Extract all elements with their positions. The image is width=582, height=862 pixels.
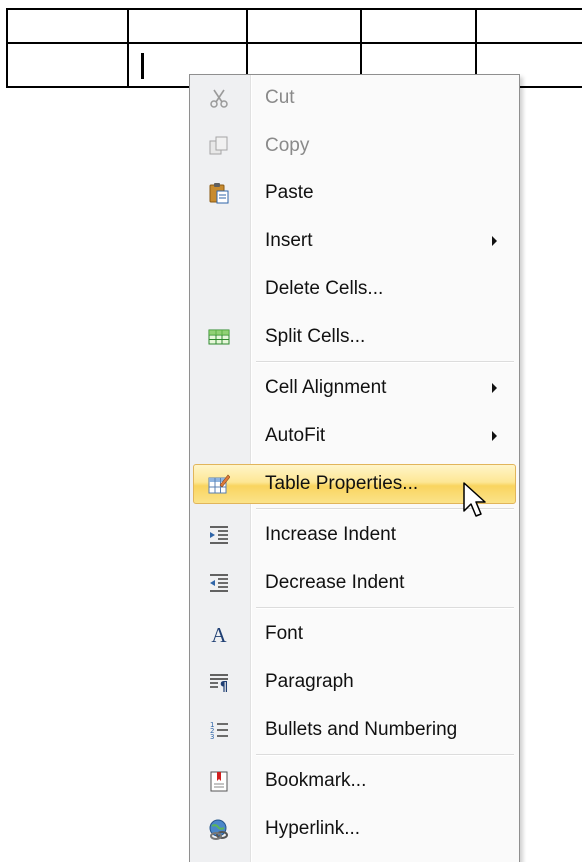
document-page: Cut Copy Paste Insert Delete Cells... Sp… <box>0 0 582 862</box>
menu-item-bullets-numbering[interactable]: 1 2 3 Bullets and Numbering <box>190 710 519 750</box>
menu-item-hyperlink[interactable]: Hyperlink... <box>190 809 519 849</box>
submenu-arrow-icon <box>492 236 497 246</box>
menu-item-label: Decrease Indent <box>265 572 405 593</box>
split-cells-icon <box>208 329 230 345</box>
menu-item-cut[interactable]: Cut <box>190 78 519 118</box>
font-icon: A <box>211 623 227 645</box>
submenu-arrow-icon <box>492 431 497 441</box>
table-border <box>6 8 582 10</box>
menu-item-label: Table Properties... <box>265 473 419 494</box>
menu-item-delete-cells[interactable]: Delete Cells... <box>190 269 519 309</box>
menu-item-label: Cell Alignment <box>265 377 387 398</box>
context-menu: Cut Copy Paste Insert Delete Cells... Sp… <box>189 74 520 862</box>
menu-item-label: Bullets and Numbering <box>265 719 458 740</box>
menu-item-label: Paste <box>265 182 314 203</box>
menu-item-label: Insert <box>265 230 313 251</box>
menu-item-label: AutoFit <box>265 425 326 446</box>
bookmark-icon <box>210 771 228 792</box>
menu-item-label: Cut <box>265 87 295 108</box>
menu-item-label: Split Cells... <box>265 326 366 347</box>
menu-item-cell-alignment[interactable]: Cell Alignment <box>190 368 519 408</box>
table-border <box>127 8 129 88</box>
svg-text:3: 3 <box>210 733 214 741</box>
menu-item-copy[interactable]: Copy <box>190 126 519 166</box>
menu-separator <box>256 607 514 608</box>
increase-indent-icon <box>210 526 228 544</box>
submenu-arrow-icon <box>492 383 497 393</box>
svg-text:¶: ¶ <box>220 680 228 693</box>
menu-item-label: Copy <box>265 135 310 156</box>
menu-item-label: Font <box>265 623 304 644</box>
menu-item-label: Delete Cells... <box>265 278 384 299</box>
table-border <box>6 42 582 44</box>
menu-item-font[interactable]: A Font <box>190 614 519 654</box>
mouse-pointer-icon <box>463 482 486 517</box>
svg-text:A: A <box>211 623 227 645</box>
menu-separator <box>256 361 514 362</box>
copy-icon <box>209 136 228 155</box>
menu-item-paste[interactable]: Paste <box>190 173 519 213</box>
menu-item-autofit[interactable]: AutoFit <box>190 416 519 456</box>
menu-item-increase-indent[interactable]: Increase Indent <box>190 515 519 555</box>
paste-icon <box>209 183 229 204</box>
text-cursor <box>141 53 144 79</box>
table-properties-icon <box>208 474 230 494</box>
table-border <box>6 8 8 88</box>
menu-item-label: Increase Indent <box>265 524 396 545</box>
scissors-icon <box>210 89 228 108</box>
menu-item-paragraph[interactable]: ¶ Paragraph <box>190 662 519 702</box>
menu-item-label: Paragraph <box>265 671 354 692</box>
menu-item-insert[interactable]: Insert <box>190 221 519 261</box>
paragraph-icon: ¶ <box>210 674 228 693</box>
menu-separator <box>256 754 514 755</box>
menu-item-decrease-indent[interactable]: Decrease Indent <box>190 563 519 603</box>
decrease-indent-icon <box>210 574 228 592</box>
menu-item-label: Hyperlink... <box>265 818 361 839</box>
menu-item-label: Bookmark... <box>265 770 367 791</box>
hyperlink-icon <box>209 819 228 840</box>
bullets-numbering-icon: 1 2 3 <box>210 721 228 741</box>
menu-item-bookmark[interactable]: Bookmark... <box>190 761 519 801</box>
menu-item-split-cells[interactable]: Split Cells... <box>190 317 519 357</box>
